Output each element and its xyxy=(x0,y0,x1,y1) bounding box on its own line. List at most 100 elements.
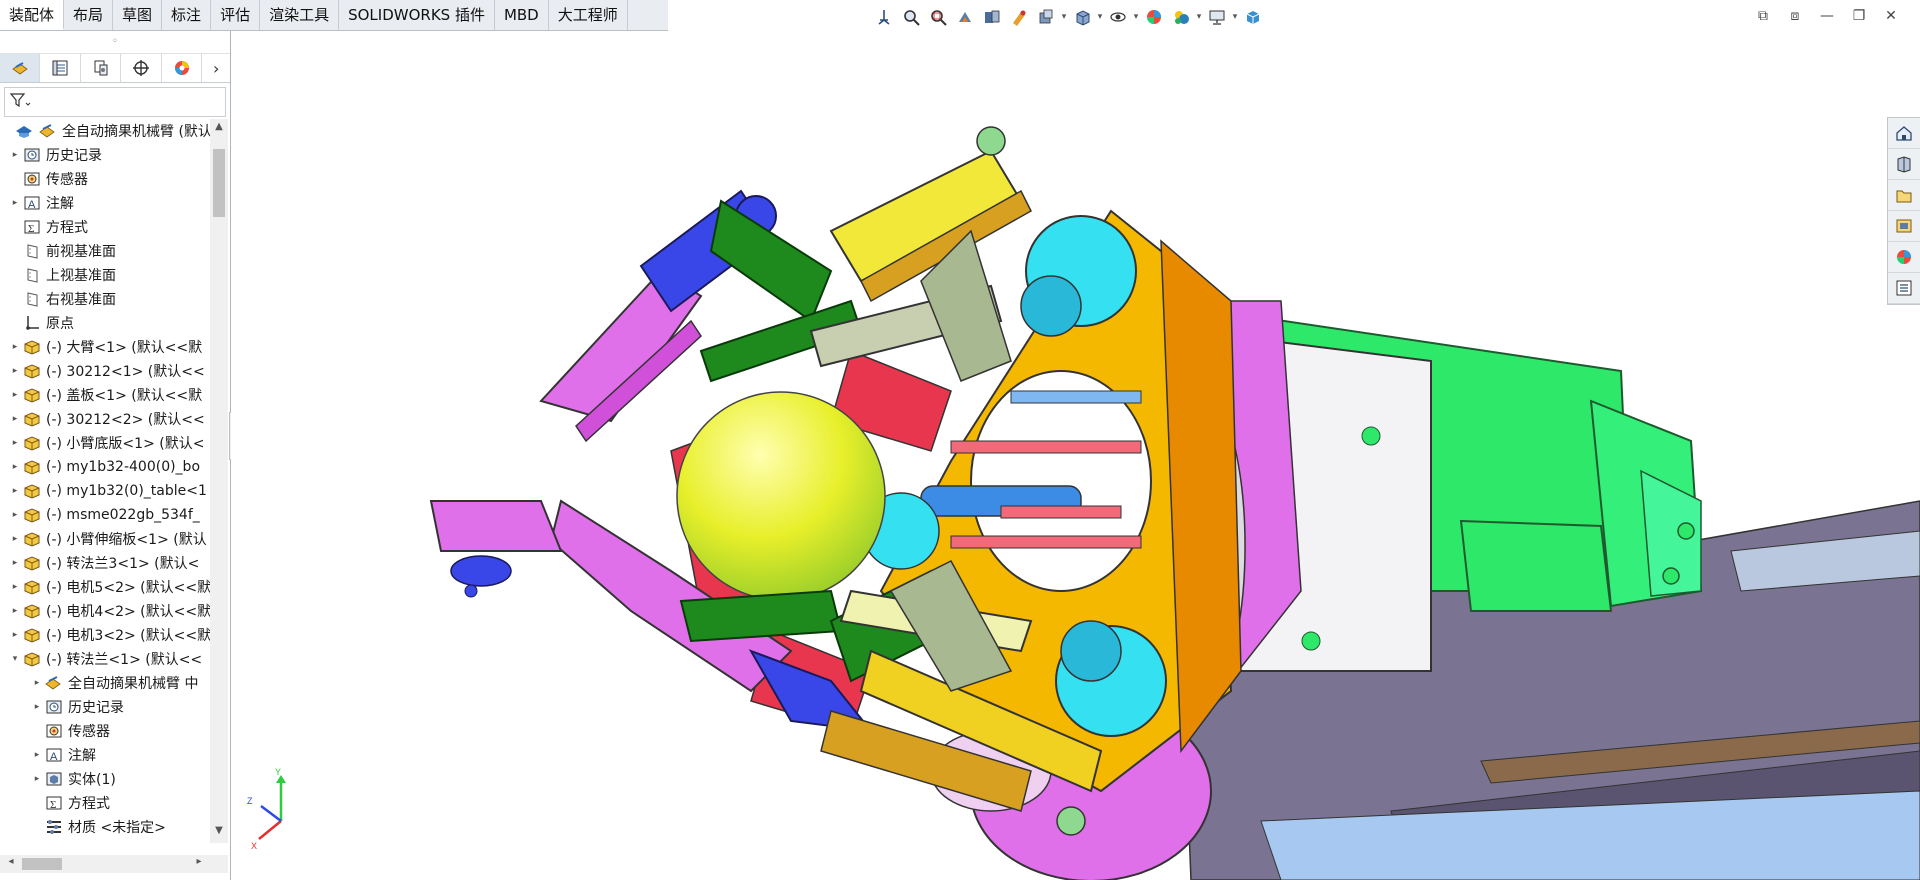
tab-2[interactable]: 草图 xyxy=(113,0,163,30)
apply-scene-icon[interactable] xyxy=(1169,5,1193,29)
tree-item[interactable]: ▸ (-) 30212<1> (默认<< xyxy=(0,359,210,383)
tab-6[interactable]: SOLIDWORKS 插件 xyxy=(339,0,495,30)
tree-item[interactable]: ▸ 实体(1) xyxy=(0,767,210,791)
tree-vertical-scrollbar[interactable]: ▲ ▼ xyxy=(210,119,228,843)
scroll-up-arrow-icon[interactable]: ▲ xyxy=(210,121,228,137)
feature-manager-icon[interactable] xyxy=(0,54,41,82)
view-orientation-icon[interactable] xyxy=(872,5,896,29)
expand-arrow-icon[interactable]: ▸ xyxy=(8,486,22,496)
tab-1[interactable]: 布局 xyxy=(64,0,114,30)
tab-7[interactable]: MBD xyxy=(495,0,549,30)
expand-arrow-icon[interactable]: ▸ xyxy=(8,462,22,472)
robot-gripper-model[interactable]: Y X Z xyxy=(231,31,1920,880)
hide-show-icon[interactable] xyxy=(1106,5,1130,29)
panel-grip[interactable]: ◦ xyxy=(0,31,230,54)
tree-item[interactable]: ▸ (-) 电机3<2> (默认<<默 xyxy=(0,623,210,647)
expand-arrow-icon[interactable]: ▸ xyxy=(8,198,22,208)
tree-item[interactable]: 传感器 xyxy=(0,719,210,743)
graphics-area[interactable]: Y X Z xyxy=(231,31,1920,880)
tree-item[interactable]: 材质 <未指定> xyxy=(0,815,210,839)
expand-arrow-icon[interactable]: ▸ xyxy=(8,582,22,592)
minimize-icon[interactable]: — xyxy=(1816,6,1838,26)
expand-arrow-icon[interactable]: ▸ xyxy=(8,414,22,424)
expand-arrow-icon[interactable]: ▸ xyxy=(8,366,22,376)
tree-item[interactable]: ▸ (-) my1b32-400(0)_bo xyxy=(0,455,210,479)
display-manager-icon[interactable] xyxy=(162,54,203,82)
dropdown-caret-icon[interactable]: ▾ xyxy=(1196,12,1202,22)
tree-item[interactable]: ▸ (-) 大臂<1> (默认<<默 xyxy=(0,335,210,359)
tree-item[interactable]: 上视基准面 xyxy=(0,263,210,287)
tree-item[interactable]: 右视基准面 xyxy=(0,287,210,311)
expand-arrow-icon[interactable]: ▸ xyxy=(8,510,22,520)
expand-arrow-icon[interactable]: ▸ xyxy=(8,606,22,616)
dropdown-caret-icon[interactable]: ▾ xyxy=(1133,12,1139,22)
filter-icon[interactable] xyxy=(9,91,31,113)
display-style-icon[interactable] xyxy=(1070,5,1094,29)
tree-item[interactable]: ▸ (-) 电机5<2> (默认<<默 xyxy=(0,575,210,599)
configuration-manager-icon[interactable] xyxy=(81,54,122,82)
tree-item[interactable]: Σ 方程式 xyxy=(0,791,210,815)
tile-pane-icon[interactable]: ⧈ xyxy=(1784,6,1806,26)
scroll-thumb[interactable] xyxy=(22,858,62,870)
tree-item[interactable]: ▸ A 注解 xyxy=(0,191,210,215)
tree-item[interactable]: ▸ (-) 转法兰3<1> (默认< xyxy=(0,551,210,575)
tree-item[interactable]: 前视基准面 xyxy=(0,239,210,263)
zoom-to-area-icon[interactable] xyxy=(926,5,950,29)
property-manager-icon[interactable] xyxy=(40,54,81,82)
previous-view-icon[interactable] xyxy=(953,5,977,29)
expand-arrow-icon[interactable]: ▸ xyxy=(8,438,22,448)
tree-item[interactable]: 全自动摘果机械臂 (默认 xyxy=(0,119,210,143)
maximize-icon[interactable]: ❐ xyxy=(1848,6,1870,26)
view-setting-display-icon[interactable] xyxy=(1205,5,1229,29)
tree-item[interactable]: 前视基准面 xyxy=(0,839,210,843)
expand-arrow-icon[interactable]: ▸ xyxy=(8,630,22,640)
collapse-arrow-icon[interactable]: ▾ xyxy=(8,654,22,664)
tree-item[interactable]: ▸ (-) my1b32(0)_table<1 xyxy=(0,479,210,503)
tree-filter[interactable] xyxy=(4,87,226,117)
restore-pane-icon[interactable]: ⧉ xyxy=(1752,6,1774,26)
scroll-down-arrow-icon[interactable]: ▼ xyxy=(210,825,228,841)
tab-5[interactable]: 渲染工具 xyxy=(260,0,340,30)
tree-item[interactable]: ▸ (-) 小臂底版<1> (默认< xyxy=(0,431,210,455)
view-settings-icon[interactable] xyxy=(1034,5,1058,29)
tree-item[interactable]: ▸ 历史记录 xyxy=(0,695,210,719)
3d-view-icon[interactable] xyxy=(1241,5,1265,29)
tree-item[interactable]: ▸ (-) 电机4<2> (默认<<默 xyxy=(0,599,210,623)
tree-item[interactable]: 原点 xyxy=(0,311,210,335)
scroll-thumb[interactable] xyxy=(213,149,225,217)
dropdown-caret-icon[interactable]: ▾ xyxy=(1232,12,1238,22)
tree-item[interactable]: ▸ (-) 小臂伸缩板<1> (默认 xyxy=(0,527,210,551)
expand-arrow-icon[interactable]: ▸ xyxy=(8,558,22,568)
zoom-to-fit-icon[interactable] xyxy=(899,5,923,29)
expand-arrow-icon[interactable]: ▸ xyxy=(8,342,22,352)
close-icon[interactable]: ✕ xyxy=(1880,6,1902,26)
tab-0[interactable]: 装配体 xyxy=(0,0,65,30)
home-icon[interactable] xyxy=(1888,118,1920,149)
tree-item[interactable]: ▸ A 注解 xyxy=(0,743,210,767)
expand-arrow-icon[interactable]: ▸ xyxy=(30,678,44,688)
tree-item[interactable]: ▸ 历史记录 xyxy=(0,143,210,167)
dynamic-annotation-icon[interactable] xyxy=(1007,5,1031,29)
expand-arrow-icon[interactable]: ▸ xyxy=(8,534,22,544)
tree-item[interactable]: ▸ (-) 盖板<1> (默认<<默 xyxy=(0,383,210,407)
scroll-left-arrow-icon[interactable]: ◂ xyxy=(2,856,20,872)
appearances-icon[interactable] xyxy=(1888,242,1920,273)
tab-4[interactable]: 评估 xyxy=(211,0,261,30)
edit-appearance-icon[interactable] xyxy=(1142,5,1166,29)
panel-more-button[interactable]: › xyxy=(202,54,230,82)
design-library-icon[interactable] xyxy=(1888,149,1920,180)
view-palette-icon[interactable] xyxy=(1888,211,1920,242)
expand-arrow-icon[interactable]: ▸ xyxy=(8,150,22,160)
expand-arrow-icon[interactable]: ▸ xyxy=(8,390,22,400)
dropdown-caret-icon[interactable]: ▾ xyxy=(1097,12,1103,22)
tree-item[interactable]: ▸ (-) msme022gb_534f_ xyxy=(0,503,210,527)
file-explorer-icon[interactable] xyxy=(1888,180,1920,211)
tab-3[interactable]: 标注 xyxy=(162,0,212,30)
expand-arrow-icon[interactable]: ▸ xyxy=(30,702,44,712)
tree-horizontal-scrollbar[interactable]: ◂ ▸ xyxy=(0,855,228,873)
tree-item[interactable]: ▸ 全自动摘果机械臂 中 xyxy=(0,671,210,695)
section-view-icon[interactable] xyxy=(980,5,1004,29)
tree-item[interactable]: Σ 方程式 xyxy=(0,215,210,239)
tree-item[interactable]: ▸ (-) 30212<2> (默认<< xyxy=(0,407,210,431)
tab-8[interactable]: 大工程师 xyxy=(549,0,628,30)
